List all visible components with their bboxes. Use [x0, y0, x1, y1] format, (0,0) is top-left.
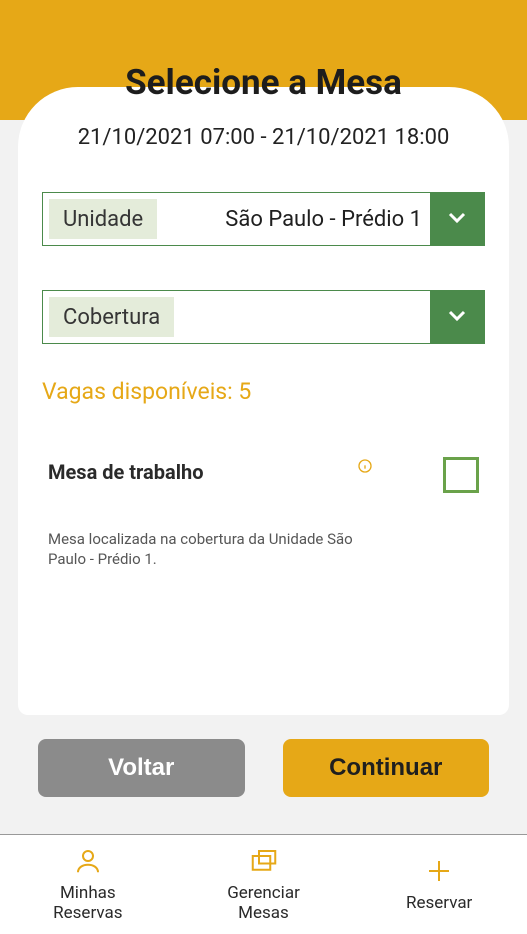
nav-label: GerenciarMesas: [227, 884, 300, 923]
page-title: Selecione a Mesa: [0, 0, 527, 103]
main-card: 21/10/2021 07:00 - 21/10/2021 18:00 Unid…: [18, 87, 509, 715]
tables-icon: [249, 846, 279, 884]
person-icon: [73, 846, 103, 884]
plus-icon: [424, 856, 454, 894]
chevron-down-icon: [445, 205, 469, 233]
desk-item-checkbox[interactable]: [443, 457, 479, 493]
desk-item: Mesa de trabalho Mesa localizada na cobe…: [42, 451, 485, 570]
available-slots: Vagas disponíveis: 5: [42, 378, 485, 405]
unit-select-chevron[interactable]: [430, 193, 484, 245]
unit-select-value: São Paulo - Prédio 1: [157, 193, 430, 245]
floor-select[interactable]: Cobertura: [42, 290, 485, 344]
action-bar: Voltar Continuar: [0, 715, 527, 797]
nav-label: Reservar: [406, 894, 472, 914]
desk-item-title: Mesa de trabalho: [48, 460, 204, 484]
unit-select-label: Unidade: [49, 199, 157, 239]
nav-reserve[interactable]: Reservar: [351, 835, 527, 934]
back-button[interactable]: Voltar: [38, 739, 245, 797]
chevron-down-icon: [445, 303, 469, 331]
floor-select-label: Cobertura: [49, 297, 174, 337]
floor-select-chevron[interactable]: [430, 291, 484, 343]
unit-select[interactable]: Unidade São Paulo - Prédio 1: [42, 192, 485, 246]
floor-select-value: [174, 291, 430, 343]
continue-button[interactable]: Continuar: [283, 739, 490, 797]
nav-label: MinhasReservas: [53, 884, 122, 923]
nav-manage-tables[interactable]: GerenciarMesas: [176, 835, 352, 934]
info-icon[interactable]: [357, 458, 373, 474]
desk-item-description: Mesa localizada na cobertura da Unidade …: [48, 529, 358, 570]
bottom-nav: MinhasReservas GerenciarMesas Reservar: [0, 834, 527, 934]
date-range: 21/10/2021 07:00 - 21/10/2021 18:00: [42, 125, 485, 150]
nav-my-reservations[interactable]: MinhasReservas: [0, 835, 176, 934]
